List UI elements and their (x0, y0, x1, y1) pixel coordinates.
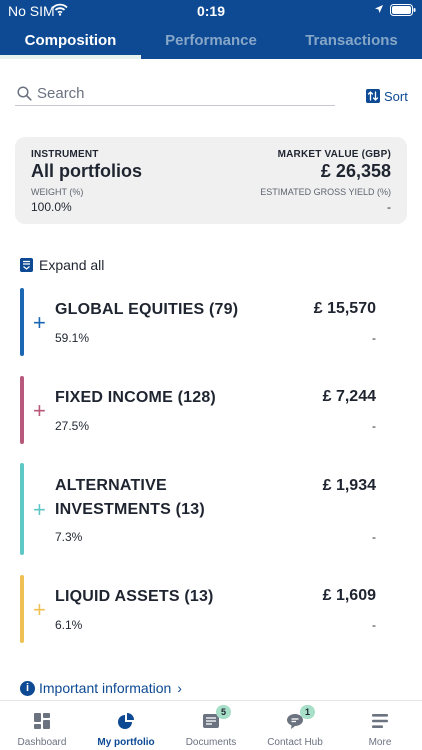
expand-plus-icon[interactable]: + (33, 312, 46, 334)
instrument-label: INSTRUMENT (31, 149, 99, 160)
nav-contact-hub[interactable]: 1 Contact Hub (253, 701, 337, 750)
search-row: Sort (15, 83, 408, 107)
search-field[interactable] (15, 83, 335, 106)
contact-hub-badge: 1 (300, 705, 315, 719)
asset-row-fixed-income[interactable]: + FIXED INCOME (128) £ 7,244 27.5% - (20, 376, 382, 444)
nav-label: My portfolio (97, 737, 155, 748)
asset-value: £ 15,570 (313, 300, 376, 317)
nav-more[interactable]: More (338, 701, 422, 750)
expand-all-label: Expand all (39, 257, 105, 273)
expand-plus-icon[interactable]: + (33, 400, 46, 422)
asset-row-global-equities[interactable]: + GLOBAL EQUITIES (79) £ 15,570 59.1% - (20, 288, 382, 356)
nav-dashboard[interactable]: Dashboard (0, 701, 84, 750)
location-arrow-icon (375, 5, 383, 13)
info-icon: i (20, 680, 35, 696)
asset-row-alternative-investments[interactable]: + ALTERNATIVE INVESTMENTS (13) £ 1,934 7… (20, 463, 382, 555)
asset-name: ALTERNATIVE INVESTMENTS (13) (55, 477, 205, 518)
active-tab-indicator (0, 55, 141, 59)
important-information-label: Important information (39, 680, 172, 696)
search-icon (17, 86, 32, 101)
menu-icon (372, 714, 388, 728)
asset-color-bar (20, 463, 24, 555)
tab-performance[interactable]: Performance (141, 26, 281, 59)
asset-weight: 7.3% (55, 530, 83, 544)
expand-icon (20, 258, 33, 272)
asset-yield: - (372, 618, 376, 632)
tab-transactions[interactable]: Transactions (281, 26, 422, 59)
asset-weight: 6.1% (55, 618, 83, 632)
yield-value: - (387, 200, 391, 214)
nav-my-portfolio[interactable]: My portfolio (84, 701, 168, 750)
asset-yield: - (372, 530, 376, 544)
dashboard-icon (34, 713, 50, 729)
chevron-right-icon: › (177, 680, 182, 696)
weight-label: WEIGHT (%) (31, 187, 84, 197)
battery-icon (390, 4, 416, 16)
expand-plus-icon[interactable]: + (33, 499, 46, 521)
status-time: 0:19 (196, 3, 226, 19)
sort-label: Sort (384, 88, 408, 104)
search-input[interactable] (37, 83, 327, 103)
asset-value: £ 7,244 (322, 388, 376, 405)
nav-documents[interactable]: 5 Documents (169, 701, 253, 750)
market-value-label: MARKET VALUE (GBP) (277, 149, 391, 160)
important-information-link[interactable]: i Important information › (20, 679, 182, 697)
asset-color-bar (20, 376, 24, 444)
market-value: £ 26,358 (320, 161, 391, 181)
nav-label: Dashboard (17, 737, 67, 748)
sort-icon (366, 89, 380, 103)
asset-value: £ 1,609 (322, 587, 376, 604)
app-header: No SIM 0:19 Composition Performance Tran… (0, 0, 422, 59)
nav-label: Documents (185, 737, 237, 748)
asset-value: £ 1,934 (322, 477, 376, 494)
pie-chart-icon (118, 713, 134, 729)
portfolio-summary-card: INSTRUMENT All portfolios MARKET VALUE (… (15, 137, 407, 224)
asset-weight: 27.5% (55, 419, 90, 433)
asset-yield: - (372, 331, 376, 345)
asset-name: FIXED INCOME (128) (55, 389, 216, 406)
asset-color-bar (20, 575, 24, 643)
sort-button[interactable]: Sort (366, 86, 408, 106)
nav-label: More (368, 737, 392, 748)
nav-label: Contact Hub (267, 737, 323, 748)
asset-row-liquid-assets[interactable]: + LIQUID ASSETS (13) £ 1,609 6.1% - (20, 575, 382, 643)
asset-color-bar (20, 288, 24, 356)
documents-badge: 5 (216, 705, 231, 719)
asset-yield: - (372, 419, 376, 433)
asset-weight: 59.1% (55, 331, 90, 345)
yield-label: ESTIMATED GROSS YIELD (%) (260, 187, 391, 197)
bottom-navigation: Dashboard My portfolio 5 Documents 1 Con… (0, 700, 422, 750)
instrument-value: All portfolios (31, 161, 142, 181)
asset-name: GLOBAL EQUITIES (79) (55, 301, 239, 318)
asset-name: LIQUID ASSETS (13) (55, 588, 214, 605)
expand-plus-icon[interactable]: + (33, 599, 46, 621)
status-bar: No SIM 0:19 (0, 0, 422, 22)
weight-value: 100.0% (31, 200, 72, 214)
expand-all-button[interactable]: Expand all (20, 256, 104, 274)
